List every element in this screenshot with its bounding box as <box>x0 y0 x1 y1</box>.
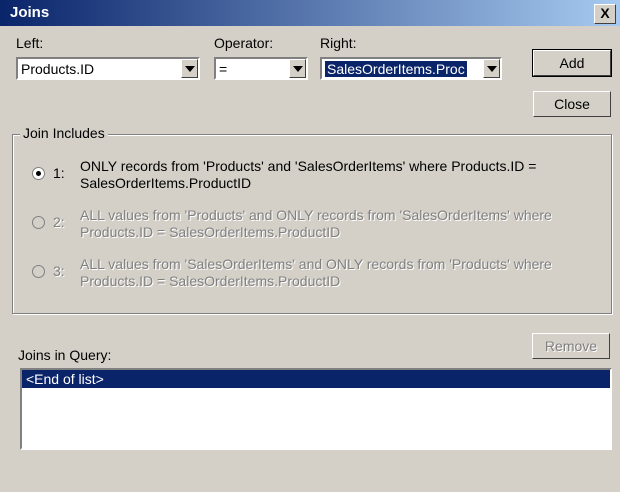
add-button[interactable]: Add <box>532 49 612 77</box>
join-option-3-number: 3: <box>53 263 65 279</box>
close-icon: X <box>600 5 610 21</box>
close-button[interactable]: Close <box>533 91 611 117</box>
joins-in-query-label: Joins in Query: <box>18 347 112 363</box>
left-combo[interactable]: Products.ID <box>16 57 200 80</box>
operator-label: Operator: <box>214 35 274 51</box>
join-option-3-radio[interactable] <box>32 265 45 278</box>
left-label: Left: <box>16 35 44 51</box>
join-option-1-text: ONLY records from 'Products' and 'SalesO… <box>80 158 537 191</box>
join-option-2-text: ALL values from 'Products' and ONLY reco… <box>80 207 552 240</box>
joins-in-query-list[interactable]: <End of list> <box>20 368 612 450</box>
chevron-down-icon[interactable] <box>181 59 198 78</box>
join-option-1-number: 1: <box>53 165 65 181</box>
join-option-1-radio[interactable] <box>32 167 45 180</box>
join-option-2-number: 2: <box>53 214 65 230</box>
remove-button[interactable]: Remove <box>532 333 610 359</box>
window-title: Joins <box>10 4 50 21</box>
title-bar: Joins X <box>0 0 620 26</box>
chevron-down-icon[interactable] <box>483 59 500 78</box>
right-value: SalesOrderItems.Proc <box>325 61 467 77</box>
chevron-down-icon[interactable] <box>289 59 306 78</box>
left-value: Products.ID <box>21 61 95 77</box>
close-window-button[interactable]: X <box>594 4 616 24</box>
operator-value: = <box>219 61 228 77</box>
right-combo[interactable]: SalesOrderItems.Proc <box>320 57 502 80</box>
right-label: Right: <box>320 35 357 51</box>
list-item[interactable]: <End of list> <box>22 370 610 388</box>
join-option-2-radio[interactable] <box>32 216 45 229</box>
join-option-3-text: ALL values from 'SalesOrderItems' and ON… <box>80 256 552 289</box>
join-includes-title: Join Includes <box>20 125 108 141</box>
operator-combo[interactable]: = <box>214 57 308 80</box>
